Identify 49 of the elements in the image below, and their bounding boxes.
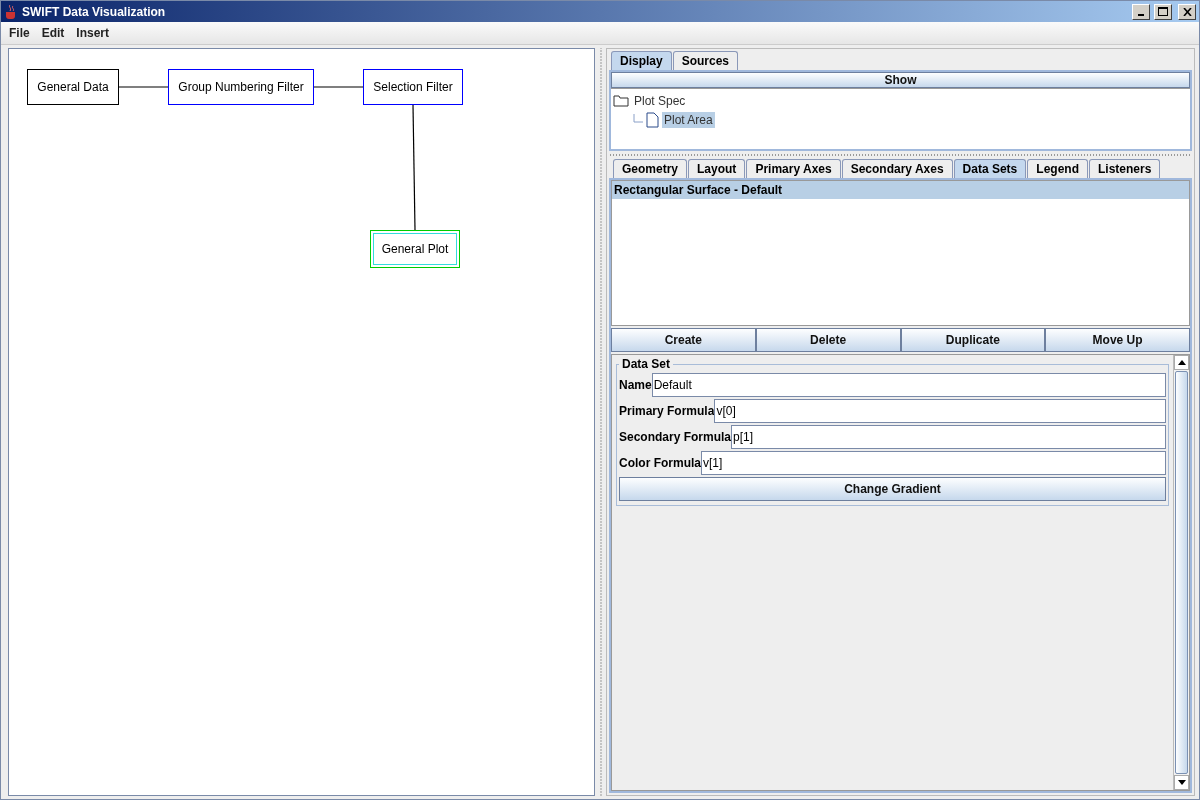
maximize-button[interactable] bbox=[1154, 3, 1172, 20]
tab[interactable]: Secondary Axes bbox=[841, 159, 953, 178]
document-icon bbox=[646, 111, 659, 128]
window-title: SWIFT Data Visualization bbox=[22, 4, 167, 19]
diagram-node[interactable]: General Plot bbox=[370, 230, 460, 268]
tab[interactable]: Listeners bbox=[1088, 159, 1161, 178]
scroll-up-icon[interactable] bbox=[1174, 355, 1189, 370]
list-item[interactable]: Rectangular Surface - Default bbox=[612, 181, 1189, 199]
minimize-icon bbox=[1138, 13, 1144, 16]
tree-item[interactable]: Plot Spec bbox=[632, 92, 688, 109]
maximize-icon bbox=[1158, 7, 1168, 16]
field-label: Secondary Formula bbox=[619, 430, 732, 444]
diagram-node[interactable]: Group Numbering Filter bbox=[168, 69, 314, 105]
action-button[interactable]: Duplicate bbox=[900, 328, 1046, 352]
connector-line bbox=[313, 86, 364, 88]
tree-item[interactable]: Plot Area bbox=[662, 111, 715, 128]
menu-item[interactable]: Insert bbox=[76, 26, 110, 40]
tab[interactable]: Geometry bbox=[613, 159, 688, 178]
tab[interactable]: Primary Axes bbox=[746, 159, 841, 178]
scroll-down-icon[interactable] bbox=[1174, 775, 1189, 790]
tab[interactable]: Legend bbox=[1027, 159, 1088, 178]
field-label: Primary Formula bbox=[619, 404, 715, 418]
tab[interactable]: Sources bbox=[672, 51, 739, 70]
input-field[interactable]: v[0] bbox=[714, 399, 1166, 423]
field-label: Name bbox=[619, 378, 652, 392]
coffee-cup-icon bbox=[4, 3, 18, 20]
connector-line bbox=[118, 86, 169, 88]
close-icon bbox=[1182, 7, 1192, 16]
action-button[interactable]: Move Up bbox=[1045, 328, 1190, 352]
field-label: Color Formula bbox=[619, 456, 701, 470]
menu-item[interactable]: File bbox=[9, 26, 30, 40]
close-button[interactable] bbox=[1178, 3, 1196, 20]
tree-connector-icon bbox=[633, 113, 643, 126]
diagram-node[interactable]: General Data bbox=[27, 69, 119, 105]
tab[interactable]: Layout bbox=[688, 159, 746, 178]
input-field[interactable]: Default bbox=[651, 373, 1166, 397]
scrollbar[interactable] bbox=[1173, 355, 1189, 790]
change-gradient-button[interactable]: Change Gradient bbox=[619, 477, 1166, 501]
diagram-node[interactable]: Selection Filter bbox=[363, 69, 463, 105]
minimize-button[interactable] bbox=[1132, 3, 1150, 20]
input-field[interactable]: v[1] bbox=[701, 451, 1166, 475]
group-title: Data Set bbox=[621, 357, 672, 371]
tab[interactable]: Data Sets bbox=[953, 159, 1027, 178]
action-button[interactable]: Create bbox=[611, 328, 756, 352]
menu-item[interactable]: Edit bbox=[41, 26, 65, 40]
show-button[interactable]: Show bbox=[611, 72, 1190, 88]
action-button[interactable]: Delete bbox=[755, 328, 901, 352]
input-field[interactable]: p[1] bbox=[731, 425, 1166, 449]
tab[interactable]: Display bbox=[611, 51, 672, 70]
